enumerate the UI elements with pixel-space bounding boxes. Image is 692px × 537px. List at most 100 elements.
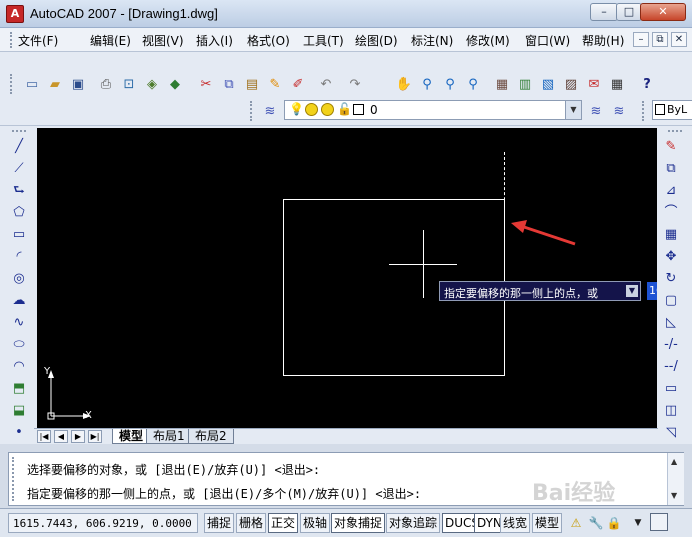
- menu-draw[interactable]: 绘图(D): [355, 32, 398, 49]
- menu-window[interactable]: 窗口(W): [525, 32, 570, 49]
- zoom-previous-icon[interactable]: ⚲: [463, 74, 483, 94]
- doc-restore-button[interactable]: ⧉: [652, 32, 668, 47]
- menu-format[interactable]: 格式(O): [247, 32, 290, 49]
- communication-center-icon[interactable]: ⚠: [568, 515, 584, 531]
- block-editor-icon[interactable]: ✐: [288, 74, 308, 94]
- trim-icon[interactable]: -/-: [661, 334, 681, 354]
- draw-toolbar-grip[interactable]: [12, 130, 26, 133]
- join-icon[interactable]: ◫: [661, 400, 681, 420]
- mirror-icon[interactable]: ⊿: [661, 180, 681, 200]
- properties-toolbar-grip[interactable]: [642, 101, 646, 121]
- publish-icon[interactable]: ◈: [142, 74, 162, 94]
- last-tab-button[interactable]: ▶|: [88, 430, 102, 443]
- tab-layout1[interactable]: 布局1: [146, 429, 192, 444]
- sheet-set-icon[interactable]: ▨: [561, 74, 581, 94]
- stretch-icon[interactable]: ◺: [661, 312, 681, 332]
- scroll-down-icon[interactable]: ▼: [671, 491, 677, 500]
- markup-icon[interactable]: ✉: [584, 74, 604, 94]
- quickcalc-icon[interactable]: ▦: [607, 74, 627, 94]
- ellipse-icon[interactable]: ⬭: [9, 334, 29, 354]
- grid-toggle[interactable]: 栅格: [236, 513, 267, 533]
- wrench-icon[interactable]: 🔧: [588, 515, 604, 531]
- make-object-layer-current-icon[interactable]: ≋: [586, 101, 606, 121]
- autocad-app-icon[interactable]: A: [6, 5, 24, 23]
- offset-icon[interactable]: ⌒: [661, 202, 681, 222]
- move-icon[interactable]: ✥: [661, 246, 681, 266]
- copy-object-icon[interactable]: ⧉: [661, 158, 681, 178]
- command-window-grip[interactable]: [12, 457, 22, 501]
- chamfer-icon[interactable]: ◹: [661, 422, 681, 442]
- menu-file[interactable]: 文件(F): [18, 32, 58, 49]
- minimize-window-button[interactable]: –: [590, 3, 618, 21]
- break-icon[interactable]: ▭: [661, 378, 681, 398]
- scroll-up-icon[interactable]: ▲: [671, 457, 677, 466]
- erase-icon[interactable]: ✎: [661, 136, 681, 156]
- circle-icon[interactable]: ◎: [9, 268, 29, 288]
- clean-screen-icon[interactable]: [650, 513, 668, 531]
- ortho-toggle[interactable]: 正交: [268, 513, 299, 533]
- design-center-icon[interactable]: ▥: [515, 74, 535, 94]
- lock-icon[interactable]: 🔒: [606, 515, 622, 531]
- layers-toolbar-grip[interactable]: [250, 101, 254, 121]
- dynamic-input-options-icon[interactable]: ▼: [626, 285, 638, 297]
- open-icon[interactable]: ▰: [45, 74, 65, 94]
- polygon-icon[interactable]: ⬠: [9, 202, 29, 222]
- match-properties-icon[interactable]: ✎: [265, 74, 285, 94]
- copy-icon[interactable]: ⧉: [219, 74, 239, 94]
- 3d-dwf-icon[interactable]: ◆: [165, 74, 185, 94]
- tool-palettes-icon[interactable]: ▧: [538, 74, 558, 94]
- rectangle-icon[interactable]: ▭: [9, 224, 29, 244]
- lineweight-toggle[interactable]: 线宽: [500, 513, 531, 533]
- layer-properties-icon[interactable]: ≋: [260, 101, 280, 121]
- menu-tools[interactable]: 工具(T): [303, 32, 344, 49]
- undo-icon[interactable]: ↶: [316, 74, 336, 94]
- insert-block-icon[interactable]: ⬒: [9, 378, 29, 398]
- save-icon[interactable]: ▣: [68, 74, 88, 94]
- zoom-window-icon[interactable]: ⚲: [440, 74, 460, 94]
- menu-edit[interactable]: 编辑(E): [90, 32, 131, 49]
- coordinate-display[interactable]: 1615.7443, 606.9219, 0.0000: [8, 513, 198, 533]
- menu-help[interactable]: 帮助(H): [582, 32, 624, 49]
- previous-tab-button[interactable]: ◀: [54, 430, 68, 443]
- snap-toggle[interactable]: 捕捉: [204, 513, 235, 533]
- rotate-icon[interactable]: ↻: [661, 268, 681, 288]
- paste-icon[interactable]: ▤: [242, 74, 262, 94]
- tab-model[interactable]: 模型: [112, 429, 151, 444]
- extend-icon[interactable]: --/: [661, 356, 681, 376]
- next-tab-button[interactable]: ▶: [71, 430, 85, 443]
- osnap-toggle[interactable]: 对象捕捉: [331, 513, 386, 533]
- layer-dropdown[interactable]: 💡 🔓 0 ▼: [284, 100, 582, 120]
- properties-icon[interactable]: ▦: [492, 74, 512, 94]
- maximize-window-button[interactable]: □: [616, 3, 642, 21]
- construction-line-icon[interactable]: ⟋: [9, 158, 29, 178]
- scale-icon[interactable]: ▢: [661, 290, 681, 310]
- doc-close-button[interactable]: ✕: [671, 32, 687, 47]
- help-icon[interactable]: ?: [637, 74, 657, 94]
- chevron-down-icon[interactable]: ▼: [565, 101, 581, 119]
- close-window-button[interactable]: ✕: [640, 3, 686, 21]
- color-control-dropdown[interactable]: ByL: [652, 100, 692, 120]
- first-tab-button[interactable]: |◀: [37, 430, 51, 443]
- new-icon[interactable]: ▭: [22, 74, 42, 94]
- menu-insert[interactable]: 插入(I): [196, 32, 233, 49]
- menu-dimension[interactable]: 标注(N): [411, 32, 453, 49]
- menu-view[interactable]: 视图(V): [142, 32, 184, 49]
- model-paper-toggle[interactable]: 模型: [532, 513, 563, 533]
- polar-toggle[interactable]: 极轴: [300, 513, 331, 533]
- dynamic-input-field[interactable]: 1615.74: [647, 282, 657, 300]
- cut-icon[interactable]: ✂: [196, 74, 216, 94]
- model-space-canvas[interactable]: Y X 指定要偏移的那一侧上的点，或 ▼ 1615.74: [37, 128, 657, 428]
- point-icon[interactable]: •: [9, 422, 29, 442]
- otrack-toggle[interactable]: 对象追踪: [386, 513, 441, 533]
- toolbar-grip[interactable]: [10, 74, 14, 94]
- menu-grip[interactable]: [10, 32, 14, 48]
- redo-icon[interactable]: ↷: [345, 74, 365, 94]
- ellipse-arc-icon[interactable]: ◠: [9, 356, 29, 376]
- plot-preview-icon[interactable]: ⊡: [119, 74, 139, 94]
- polyline-icon[interactable]: ⮑: [9, 180, 29, 200]
- zoom-realtime-icon[interactable]: ⚲: [417, 74, 437, 94]
- pan-icon[interactable]: ✋: [394, 74, 414, 94]
- spline-icon[interactable]: ∿: [9, 312, 29, 332]
- line-icon[interactable]: ╱: [9, 136, 29, 156]
- modify-toolbar-grip[interactable]: [668, 130, 682, 133]
